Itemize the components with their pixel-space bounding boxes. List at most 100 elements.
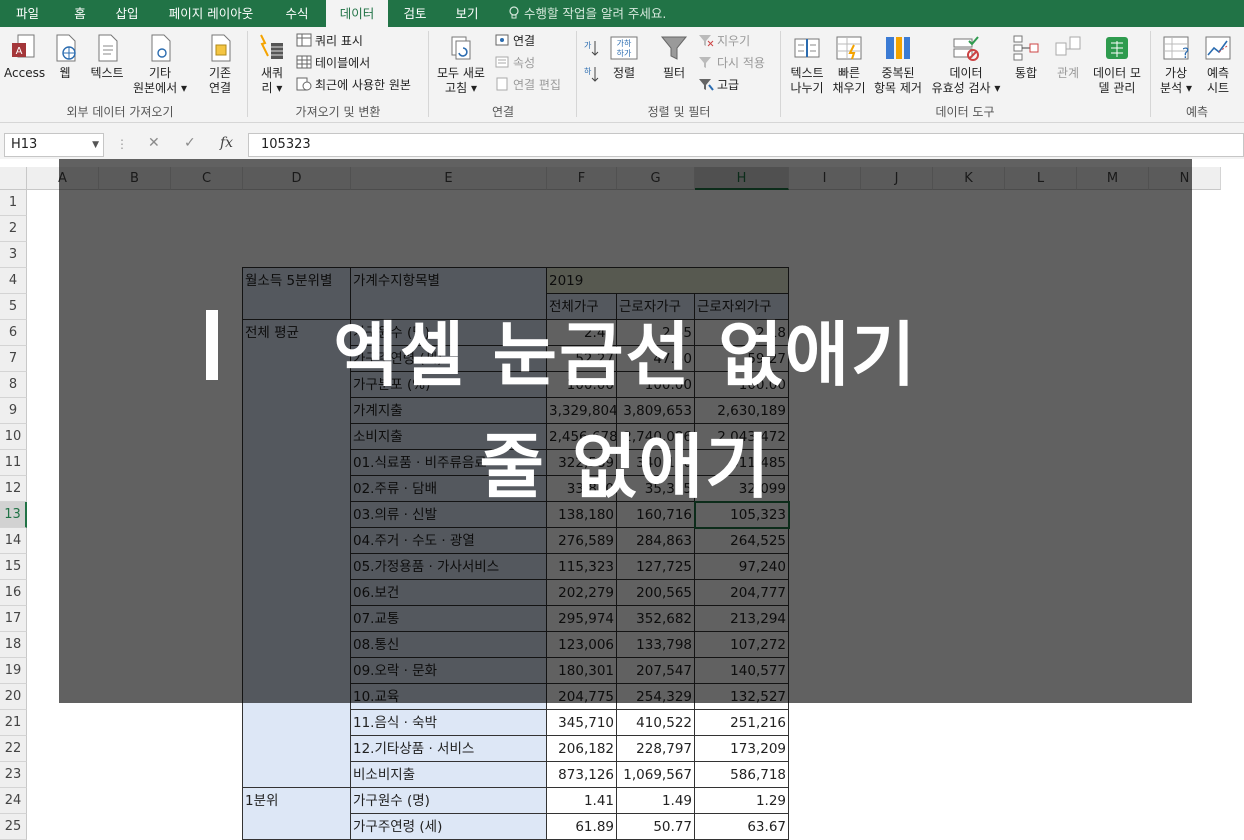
clear-filter-button[interactable]: 지우기 xyxy=(698,31,750,51)
from-web-button[interactable]: 웹 xyxy=(48,33,82,81)
row-header-20[interactable]: 20 xyxy=(0,684,27,710)
table-cell-worker[interactable]: 410,522 xyxy=(617,710,695,736)
tab-page-layout[interactable]: 페이지 레이아웃 xyxy=(156,0,266,27)
consolidate-button[interactable]: 통합 xyxy=(1004,33,1048,81)
formula-input[interactable]: 105323 xyxy=(248,133,1244,157)
table-row-item[interactable]: 비소비지출 xyxy=(351,762,547,788)
row-header-22[interactable]: 22 xyxy=(0,736,27,762)
row-header-1[interactable]: 1 xyxy=(0,190,27,216)
row-header-15[interactable]: 15 xyxy=(0,554,27,580)
row-header-13[interactable]: 13 xyxy=(0,502,27,528)
table-cell-nonworker[interactable]: 173,209 xyxy=(695,736,789,762)
row-header-8[interactable]: 8 xyxy=(0,372,27,398)
row-header-24[interactable]: 24 xyxy=(0,788,27,814)
table-cell-all[interactable]: 345,710 xyxy=(547,710,617,736)
row-header-19[interactable]: 19 xyxy=(0,658,27,684)
forecast-sheet-button[interactable]: 예측 시트 xyxy=(1198,33,1238,96)
row-header-5[interactable]: 5 xyxy=(0,294,27,320)
row-header-12[interactable]: 12 xyxy=(0,476,27,502)
row-header-2[interactable]: 2 xyxy=(0,216,27,242)
table-cell-nonworker[interactable]: 1.29 xyxy=(695,788,789,814)
row-header-23[interactable]: 23 xyxy=(0,762,27,788)
formula-bar-divider[interactable]: ⋮ xyxy=(116,137,128,151)
other-sources-icon xyxy=(151,34,171,62)
table-row-item[interactable]: 11.음식 · 숙박 xyxy=(351,710,547,736)
svg-text:가하: 가하 xyxy=(617,38,632,48)
row-header-18[interactable]: 18 xyxy=(0,632,27,658)
reapply-filter-button[interactable]: 다시 적용 xyxy=(698,53,765,73)
table-cell-all[interactable]: 1.41 xyxy=(547,788,617,814)
enter-check-icon[interactable]: ✓ xyxy=(184,135,196,151)
from-table-button[interactable]: 테이블에서 xyxy=(296,53,370,73)
data-validation-button[interactable]: 데이터 유효성 검사 ▾ xyxy=(928,33,1004,96)
refresh-all-button[interactable]: 모두 새로 고침 ▾ xyxy=(432,33,490,96)
table-cell-nonworker[interactable]: 586,718 xyxy=(695,762,789,788)
sort-asc-button[interactable]: 가 xyxy=(582,39,602,63)
tab-view[interactable]: 보기 xyxy=(444,0,490,27)
row-header-7[interactable]: 7 xyxy=(0,346,27,372)
group-cell-q1[interactable]: 1분위 xyxy=(243,788,351,840)
tab-formulas[interactable]: 수식 xyxy=(272,0,322,27)
existing-connections-button[interactable]: 기존 연결 xyxy=(200,33,240,96)
chevron-down-icon[interactable]: ▼ xyxy=(92,134,99,156)
select-all-corner[interactable] xyxy=(0,167,27,190)
text-to-columns-button[interactable]: 텍스트 나누기 xyxy=(786,33,828,96)
svg-text:가: 가 xyxy=(584,41,592,50)
row-header-3[interactable]: 3 xyxy=(0,242,27,268)
tell-me-box[interactable]: 수행할 작업을 알려 주세요. xyxy=(508,0,666,27)
row-header-9[interactable]: 9 xyxy=(0,398,27,424)
from-other-sources-button[interactable]: 기타 원본에서 ▾ xyxy=(128,33,192,96)
show-queries-button[interactable]: 쿼리 표시 xyxy=(296,31,363,51)
table-row-item[interactable]: 가구주연령 (세) xyxy=(351,814,547,840)
sort-button[interactable]: 가하 하가 정렬 xyxy=(606,33,642,81)
table-cell-nonworker[interactable]: 251,216 xyxy=(695,710,789,736)
text-to-columns-icon xyxy=(794,38,820,58)
table-row-item[interactable]: 12.기타상품 · 서비스 xyxy=(351,736,547,762)
table-cell-worker[interactable]: 228,797 xyxy=(617,736,695,762)
name-box[interactable]: H13 ▼ xyxy=(4,133,104,157)
cancel-icon[interactable]: ✕ xyxy=(148,135,160,151)
insert-function-icon[interactable]: fx xyxy=(220,135,233,151)
row-header-4[interactable]: 4 xyxy=(0,268,27,294)
sort-descending-icon: 하 xyxy=(584,66,599,82)
properties-button[interactable]: 속성 xyxy=(494,53,535,73)
table-row-item[interactable]: 가구원수 (명) xyxy=(351,788,547,814)
connections-button[interactable]: 연결 xyxy=(494,31,535,51)
row-header-14[interactable]: 14 xyxy=(0,528,27,554)
table-cell-worker[interactable]: 1.49 xyxy=(617,788,695,814)
row-header-11[interactable]: 11 xyxy=(0,450,27,476)
row-header-16[interactable]: 16 xyxy=(0,580,27,606)
tab-data[interactable]: 데이터 xyxy=(326,0,388,28)
row-header-17[interactable]: 17 xyxy=(0,606,27,632)
flash-fill-button[interactable]: 빠른 채우기 xyxy=(830,33,868,96)
tab-file[interactable]: 파일 xyxy=(0,0,55,27)
sort-desc-button[interactable]: 하 xyxy=(582,65,602,89)
tab-insert[interactable]: 삽입 xyxy=(105,0,149,27)
table-cell-nonworker[interactable]: 63.67 xyxy=(695,814,789,840)
relationships-button[interactable]: 관계 xyxy=(1048,33,1088,81)
from-access-button[interactable]: A Access xyxy=(4,33,45,81)
table-cell-worker[interactable]: 1,069,567 xyxy=(617,762,695,788)
row-header-10[interactable]: 10 xyxy=(0,424,27,450)
sort-icon: 가하하가 xyxy=(610,36,638,60)
table-cell-worker[interactable]: 50.77 xyxy=(617,814,695,840)
tab-review[interactable]: 검토 xyxy=(392,0,438,27)
advanced-filter-button[interactable]: 고급 xyxy=(698,75,739,95)
row-header-6[interactable]: 6 xyxy=(0,320,27,346)
tab-home[interactable]: 홈 xyxy=(60,0,100,27)
new-query-button[interactable]: 새쿼 리 ▾ xyxy=(252,33,292,96)
web-icon xyxy=(56,34,76,62)
manage-data-model-button[interactable]: 데이터 모 델 관리 xyxy=(1088,33,1146,96)
row-header-21[interactable]: 21 xyxy=(0,710,27,736)
filter-button[interactable]: 필터 xyxy=(654,33,694,81)
table-cell-all[interactable]: 873,126 xyxy=(547,762,617,788)
properties-icon xyxy=(495,56,509,68)
edit-links-button[interactable]: 연결 편집 xyxy=(494,75,561,95)
table-cell-all[interactable]: 206,182 xyxy=(547,736,617,762)
from-text-button[interactable]: 텍스트 xyxy=(86,33,128,81)
what-if-analysis-button[interactable]: ? 가상 분석 ▾ xyxy=(1156,33,1196,96)
row-header-25[interactable]: 25 xyxy=(0,814,27,840)
recent-sources-button[interactable]: 최근에 사용한 원본 xyxy=(296,75,411,95)
remove-duplicates-button[interactable]: 중복된 항목 제거 xyxy=(870,33,926,96)
table-cell-all[interactable]: 61.89 xyxy=(547,814,617,840)
